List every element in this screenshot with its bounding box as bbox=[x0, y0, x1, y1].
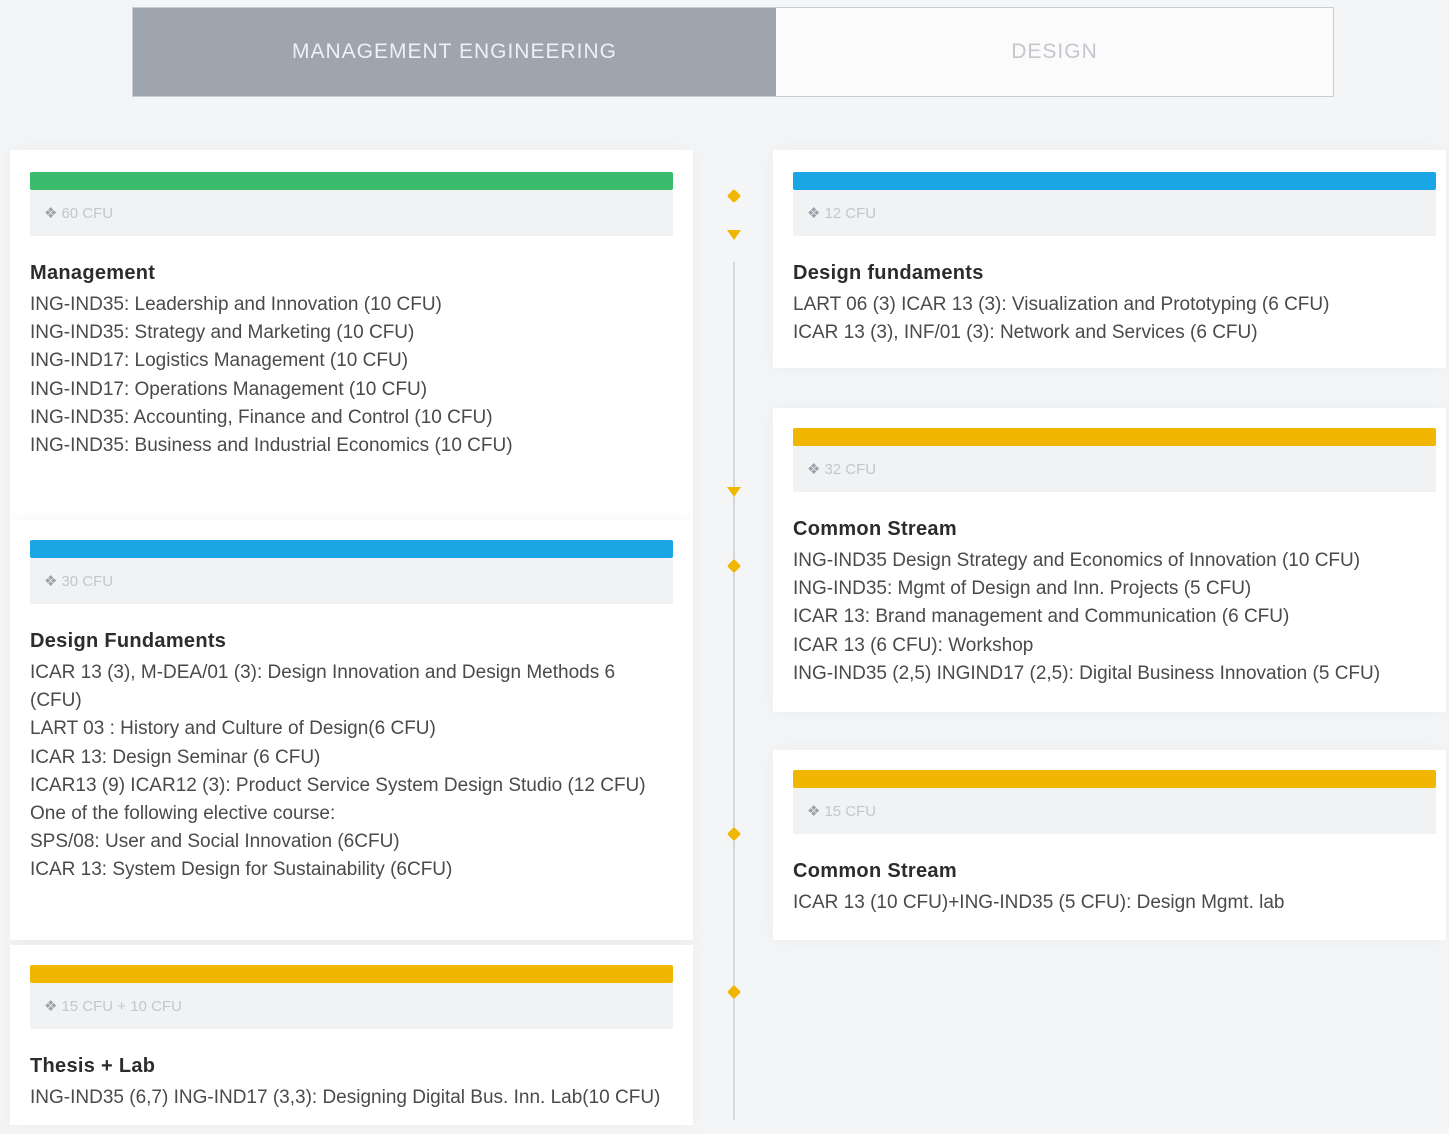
list-item: ING-IND17: Logistics Management (10 CFU) bbox=[30, 350, 409, 372]
category-bar-yellow bbox=[793, 428, 1436, 446]
list-item: ICAR 13: Design Seminar (6 CFU) bbox=[30, 746, 321, 768]
category-bar-green bbox=[30, 172, 673, 190]
cube-icon: ❖ bbox=[44, 573, 58, 590]
arrow-down-icon bbox=[727, 487, 741, 497]
list-item: ING-IND35: Leadership and Innovation (10… bbox=[30, 294, 442, 315]
list-item: SPS/08: User and Social Innovation (6CFU… bbox=[30, 831, 400, 853]
cfu-row: ❖ 12 CFU bbox=[793, 190, 1436, 236]
cfu-label: 60 CFU bbox=[61, 204, 114, 222]
cube-icon: ❖ bbox=[44, 205, 58, 222]
list-item: ICAR 13: System Design for Sustainabilit… bbox=[30, 859, 453, 881]
diamond-icon bbox=[726, 826, 742, 842]
list-item: ICAR 13 (6 CFU): Workshop bbox=[793, 634, 1034, 656]
diamond-icon bbox=[726, 984, 742, 1000]
list-item: ING-IND35 (2,5) INGIND17 (2,5): Digital … bbox=[793, 662, 1381, 684]
tab-bar: MANAGEMENT ENGINEERING DESIGN bbox=[132, 7, 1334, 97]
category-bar-blue bbox=[30, 540, 673, 558]
category-bar-yellow bbox=[793, 770, 1436, 788]
card-common-stream-1: ❖ 32 CFU Common Stream ING-IND35 Design … bbox=[773, 408, 1446, 712]
cfu-label: 12 CFU bbox=[824, 204, 877, 222]
section-title: Common Stream bbox=[793, 860, 957, 882]
list-item: ING-IND17: Operations Management (10 CFU… bbox=[30, 378, 428, 400]
arrow-down-icon bbox=[727, 230, 741, 240]
list-item: ING-IND35: Mgmt of Design and Inn. Proje… bbox=[793, 578, 1252, 600]
card-common-stream-2: ❖ 15 CFU Common Stream ICAR 13 (10 CFU)+… bbox=[773, 750, 1446, 940]
cfu-label: 32 CFU bbox=[824, 460, 877, 478]
list-item: ICAR 13 (3), M-DEA/01 (3): Design Innova… bbox=[30, 662, 616, 683]
list-item: ING-IND35: Accounting, Finance and Contr… bbox=[30, 406, 493, 428]
course-list: ICAR 13 (3), M-DEA/01 (3): Design Innova… bbox=[30, 659, 673, 885]
list-item: LART 03 : History and Culture of Design(… bbox=[30, 718, 436, 740]
section-title: Management bbox=[30, 262, 156, 284]
course-list: ING-IND35: Leadership and Innovation (10… bbox=[30, 291, 673, 460]
diamond-icon bbox=[726, 558, 742, 574]
list-item: One of the following elective course: bbox=[30, 803, 336, 825]
cfu-row: ❖ 60 CFU bbox=[30, 190, 673, 236]
cfu-label: 15 CFU bbox=[824, 802, 877, 820]
course-list: ING-IND35 (6,7) ING-IND17 (3,3): Designi… bbox=[30, 1084, 673, 1112]
list-item: (CFU) bbox=[30, 690, 82, 712]
card-thesis-lab: ❖ 15 CFU + 10 CFU Thesis + Lab ING-IND35… bbox=[10, 945, 693, 1125]
card-design-fundaments-right: ❖ 12 CFU Design fundaments LART 06 (3) I… bbox=[773, 150, 1446, 368]
cube-icon: ❖ bbox=[807, 461, 821, 478]
list-item: ICAR 13 (10 CFU)+ING-IND35 (5 CFU): Desi… bbox=[793, 892, 1285, 913]
cfu-row: ❖ 30 CFU bbox=[30, 558, 673, 604]
course-list: ICAR 13 (10 CFU)+ING-IND35 (5 CFU): Desi… bbox=[793, 889, 1436, 917]
cube-icon: ❖ bbox=[44, 998, 58, 1015]
list-item: ING-IND35 (6,7) ING-IND17 (3,3): Designi… bbox=[30, 1087, 661, 1108]
cfu-row: ❖ 32 CFU bbox=[793, 446, 1436, 492]
category-bar-yellow bbox=[30, 965, 673, 983]
cube-icon: ❖ bbox=[807, 803, 821, 820]
list-item: ING-IND35: Strategy and Marketing (10 CF… bbox=[30, 322, 415, 344]
cube-icon: ❖ bbox=[807, 205, 821, 222]
list-item: ICAR 13: Brand management and Communicat… bbox=[793, 606, 1290, 628]
list-item: ING-IND35: Business and Industrial Econo… bbox=[30, 435, 513, 457]
cfu-row: ❖ 15 CFU + 10 CFU bbox=[30, 983, 673, 1029]
cfu-row: ❖ 15 CFU bbox=[793, 788, 1436, 834]
cfu-label: 15 CFU + 10 CFU bbox=[61, 997, 182, 1015]
tab-design[interactable]: DESIGN bbox=[776, 8, 1333, 96]
card-design-fundaments: ❖ 30 CFU Design Fundaments ICAR 13 (3), … bbox=[10, 520, 693, 940]
list-item: ICAR 13 (3), INF/01 (3): Network and Ser… bbox=[793, 322, 1258, 344]
tab-management-engineering[interactable]: MANAGEMENT ENGINEERING bbox=[133, 8, 776, 96]
diamond-icon bbox=[726, 188, 742, 204]
section-title: Design Fundaments bbox=[30, 630, 227, 652]
card-management: ❖ 60 CFU Management ING-IND35: Leadershi… bbox=[10, 150, 693, 520]
course-list: LART 06 (3) ICAR 13 (3): Visualization a… bbox=[793, 291, 1436, 347]
course-list: ING-IND35 Design Strategy and Economics … bbox=[793, 547, 1436, 688]
category-bar-blue bbox=[793, 172, 1436, 190]
cfu-label: 30 CFU bbox=[61, 572, 114, 590]
list-item: LART 06 (3) ICAR 13 (3): Visualization a… bbox=[793, 294, 1330, 315]
section-title: Design fundaments bbox=[793, 262, 984, 284]
section-title: Common Stream bbox=[793, 518, 957, 540]
list-item: ICAR13 (9) ICAR12 (3): Product Service S… bbox=[30, 774, 646, 796]
section-title: Thesis + Lab bbox=[30, 1055, 156, 1077]
list-item: ING-IND35 Design Strategy and Economics … bbox=[793, 550, 1361, 571]
